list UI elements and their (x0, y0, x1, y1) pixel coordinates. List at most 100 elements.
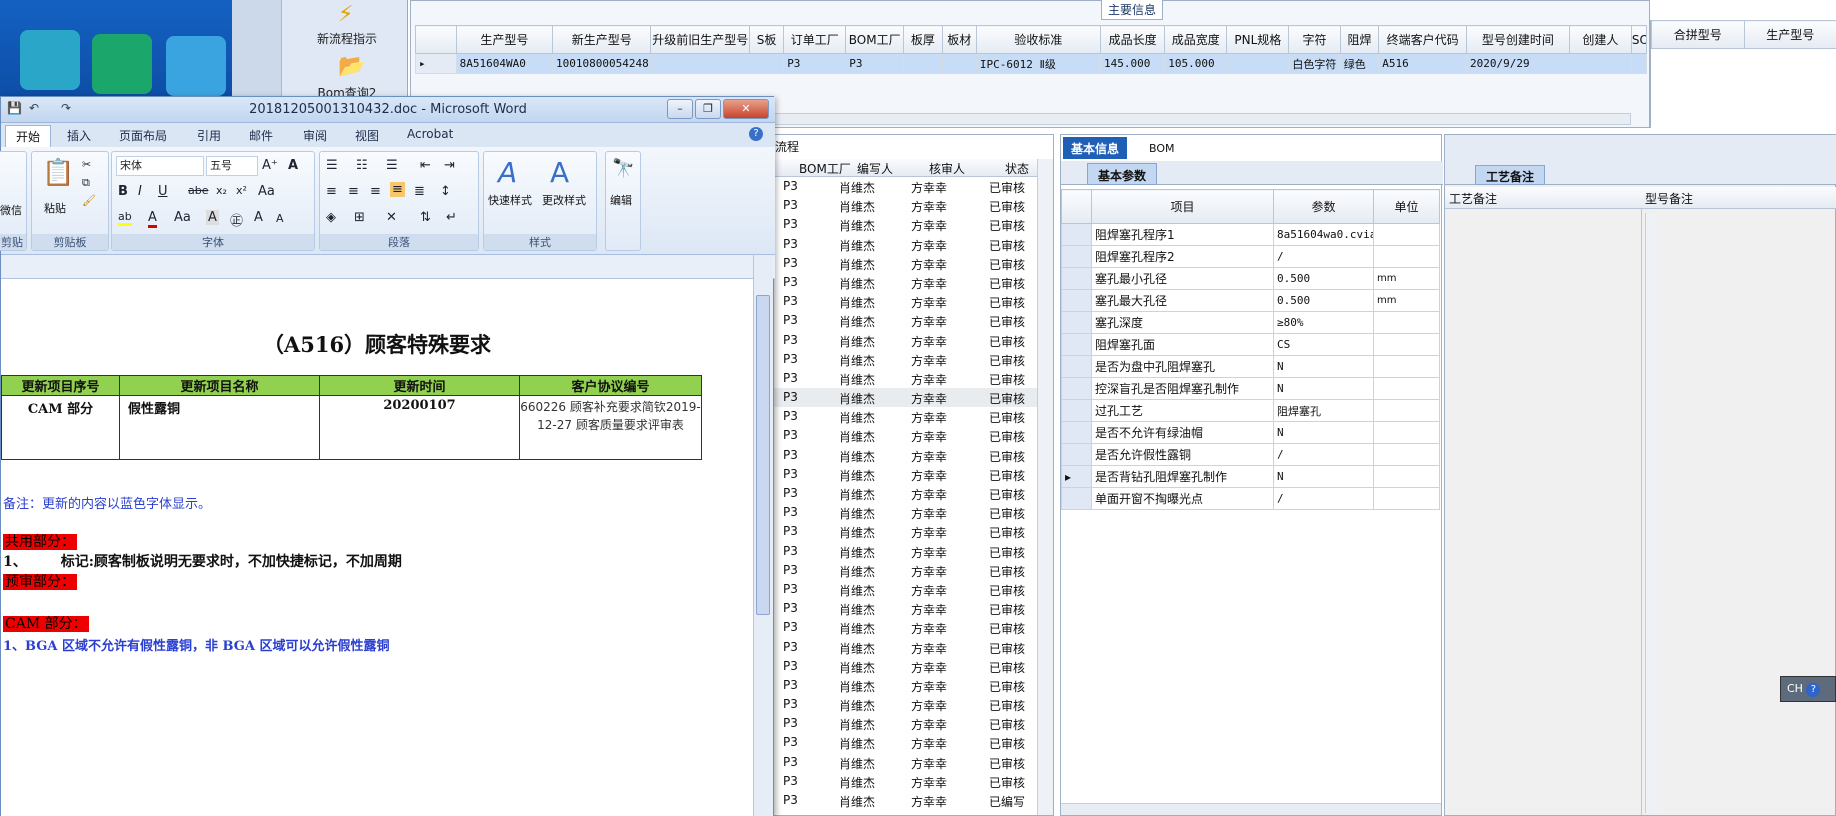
grid-col-header[interactable]: S板 (748, 25, 785, 54)
change-styles-label[interactable]: 更改样式 (542, 192, 586, 208)
word-vertical-scrollbar[interactable] (753, 255, 773, 816)
edit-label[interactable]: 编辑 (610, 192, 632, 208)
grid-col-header[interactable]: BOM工厂 (845, 25, 905, 54)
param-row[interactable]: 是否不允许有绿油帽 N (1061, 421, 1440, 444)
param-row[interactable]: 控深盲孔是否阻焊塞孔制作 N (1061, 377, 1440, 400)
flow-row[interactable]: P3 肖维杰 方幸幸 已审核 (769, 599, 1037, 618)
paste-label[interactable]: 粘贴 (44, 200, 66, 216)
change-styles-icon[interactable]: A (550, 156, 569, 189)
grid-cell[interactable]: 145.000 (1099, 53, 1166, 74)
param-row[interactable]: 过孔工艺 阻焊塞孔 (1061, 399, 1440, 422)
grid-col-header[interactable]: 新生产型号 (551, 25, 652, 54)
grid-col-header[interactable]: 验收标准 (975, 25, 1102, 54)
flow-scrollbar[interactable] (1037, 159, 1053, 815)
flow-row[interactable]: P3 肖维杰 方幸幸 已审核 (769, 618, 1037, 637)
params-scrollbar[interactable] (1061, 803, 1441, 815)
param-value[interactable]: 0.500 (1273, 289, 1374, 312)
tab-view[interactable]: 视图 (355, 127, 379, 144)
flow-row[interactable]: P3 肖维杰 方幸幸 已审核 (769, 177, 1037, 196)
param-value[interactable]: / (1273, 245, 1374, 268)
tab-review[interactable]: 审阅 (303, 127, 327, 144)
show-marks-icon[interactable]: ↵ (446, 210, 457, 225)
flow-row[interactable]: P3 肖维杰 方幸幸 已审核 (769, 465, 1037, 484)
param-row[interactable]: 是否允许假性露铜 / (1061, 443, 1440, 466)
col-bom-factory[interactable]: BOM工厂 (799, 160, 851, 177)
grow-font-icon[interactable]: A⁺ (262, 158, 278, 173)
align-center-icon[interactable]: ≡ (348, 184, 359, 199)
grid-col-header[interactable]: 订单工厂 (783, 25, 847, 54)
grid-cell[interactable]: 白色字符 (1288, 53, 1341, 74)
flow-row[interactable]: P3 肖维杰 方幸幸 已审核 (769, 235, 1037, 254)
param-row[interactable]: ▸ 是否背钻孔阻焊塞孔制作 N (1061, 465, 1440, 488)
flow-row[interactable]: P3 肖维杰 方幸幸 已审核 (769, 350, 1037, 369)
desktop-app-icon[interactable] (92, 34, 152, 94)
col-item[interactable]: 项目 (1091, 189, 1274, 224)
flow-row[interactable]: P3 肖维杰 方幸幸 已审核 (769, 561, 1037, 580)
col-writer[interactable]: 编写人 (857, 160, 893, 177)
tab-layout[interactable]: 页面布局 (119, 127, 167, 144)
flow-row[interactable]: P3 肖维杰 方幸幸 已审核 (769, 407, 1037, 426)
grid-cell[interactable] (903, 53, 943, 74)
tab-references[interactable]: 引用 (197, 127, 221, 144)
flow-row[interactable]: P3 肖维杰 方幸幸 已审核 (769, 388, 1037, 408)
tab-basic-info[interactable]: 基本信息 (1063, 137, 1128, 159)
flow-row[interactable]: P3 肖维杰 方幸幸 已审核 (769, 657, 1037, 676)
shrink-icon[interactable]: A (276, 212, 284, 225)
grid-cell[interactable]: P3 (783, 53, 847, 74)
flow-row[interactable]: P3 肖维杰 方幸幸 已审核 (769, 676, 1037, 695)
col-status[interactable]: 状态 (1005, 160, 1029, 177)
font-color-icon[interactable]: A (148, 210, 157, 228)
param-row[interactable]: 塞孔最小孔径 0.500 mm (1061, 267, 1440, 290)
flow-row[interactable]: P3 肖维杰 方幸幸 已审核 (769, 542, 1037, 561)
main-info-grid[interactable]: 生产型号 新生产型号 升级前旧生产型号 S板 订单工厂 BOM工厂 板厚 板材 验收标准 成品长度… (415, 25, 1648, 74)
grid-cell[interactable] (1630, 53, 1648, 74)
left-label[interactable]: 微信 (0, 202, 22, 218)
align-right-icon[interactable]: ≡ (370, 184, 381, 199)
italic-icon[interactable]: I (138, 184, 142, 199)
flow-row[interactable]: P3 肖维杰 方幸幸 已审核 (769, 446, 1037, 465)
param-row[interactable]: 是否为盘中孔阻焊塞孔 N (1061, 355, 1440, 378)
multilevel-icon[interactable]: ☰ (386, 158, 398, 173)
grid-cell[interactable]: 绿色 (1339, 53, 1380, 74)
decrease-indent-icon[interactable]: ⇤ (420, 158, 431, 173)
grid-cell[interactable]: 2020/9/29 (1466, 53, 1570, 74)
flow-row[interactable]: P3 肖维杰 方幸幸 已审核 (769, 522, 1037, 541)
flow-row[interactable]: P3 肖维杰 方幸幸 已审核 (769, 695, 1037, 714)
col-merge-model[interactable]: 合拼型号 (1651, 20, 1745, 49)
highlight-icon[interactable]: ab (118, 210, 132, 226)
grid-cell[interactable]: 10010800054248 (551, 53, 652, 74)
grid-cell[interactable] (748, 53, 785, 74)
paste-icon[interactable]: 📋 (42, 158, 74, 188)
grid-row[interactable]: ▸ 8A51604WA0 10010800054248 P3 P3 IPC-6012 Ⅱ级… (415, 53, 1648, 74)
subtab-basic-params[interactable]: 基本参数 (1087, 163, 1158, 185)
param-row[interactable]: 阻焊塞孔程序1 8a51604wa0.cvia (1061, 223, 1440, 246)
param-row[interactable]: 单面开窗不掏曝光点 / (1061, 487, 1440, 510)
grid-col-header[interactable]: PNL规格 (1226, 25, 1290, 54)
param-row[interactable]: 塞孔深度 ≥80% (1061, 311, 1440, 334)
tab-bom[interactable]: BOM (1141, 139, 1183, 161)
grid-col-header[interactable]: 终端客户代码 (1378, 25, 1468, 54)
quick-styles-icon[interactable]: A (498, 156, 517, 189)
char-shading-icon[interactable]: A (206, 210, 219, 225)
maximize-button[interactable]: ❐ (695, 99, 721, 119)
param-value[interactable]: 阻焊塞孔 (1273, 399, 1374, 422)
grid-col-header[interactable]: 板厚 (903, 25, 943, 54)
flow-row[interactable]: P3 肖维杰 方幸幸 已审核 (769, 733, 1037, 752)
col-production-model[interactable]: 生产型号 (1743, 20, 1836, 49)
grid-col-header[interactable]: 升级前旧生产型号 (650, 25, 750, 54)
enclose-icon[interactable]: ㊣ (230, 210, 243, 229)
numbering-icon[interactable]: ☷ (356, 158, 368, 173)
grid-cell[interactable] (941, 53, 977, 74)
flow-row[interactable]: P3 肖维杰 方幸幸 已审核 (769, 503, 1037, 522)
grid-col-header[interactable]: 成品长度 (1099, 25, 1166, 54)
flow-row[interactable]: P3 肖维杰 方幸幸 已审核 (769, 369, 1037, 388)
underline-icon[interactable]: U (158, 184, 168, 199)
font-size-select[interactable]: 五号 (206, 156, 258, 176)
grid-cell[interactable]: A516 (1378, 53, 1468, 74)
strike-icon[interactable]: abe (188, 184, 209, 197)
grid-cell[interactable]: 105.000 (1164, 53, 1228, 74)
param-value[interactable]: 0.500 (1273, 267, 1374, 290)
flow-row[interactable]: P3 肖维杰 方幸幸 已审核 (769, 753, 1037, 772)
flow-row[interactable]: P3 肖维杰 方幸幸 已审核 (769, 772, 1037, 791)
grid-col-header[interactable]: 型号创建时间 (1466, 25, 1570, 54)
